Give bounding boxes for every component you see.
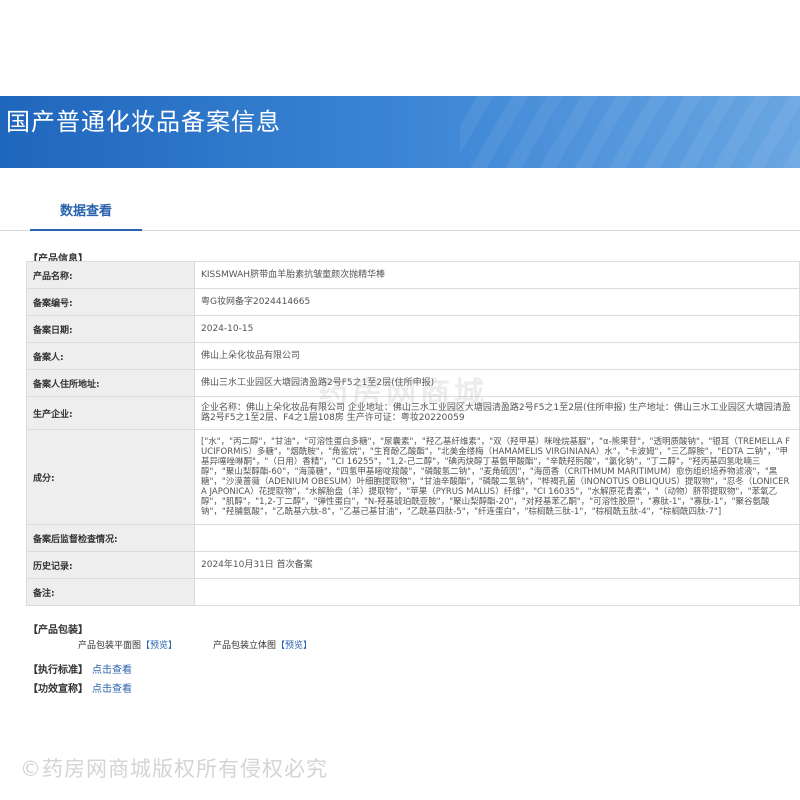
table-row: 生产企业: 企业名称：佛山上朵化妆品有限公司 企业地址：佛山三水工业园区大塘园清… — [26, 396, 800, 430]
inspection-value — [194, 524, 800, 552]
efficacy-view-link[interactable]: 点击查看 — [92, 684, 132, 695]
packaging-stereo-label: 产品包装立体图 — [213, 641, 277, 651]
ingredients-value: ["水"，"丙二醇"，"甘油"，"可溶性蛋白多糖"，"尿囊素"，"羟乙基纤维素"… — [194, 429, 800, 525]
row-label: 备案人住所地址: — [26, 369, 195, 397]
filer-value: 佛山上朵化妆品有限公司 — [194, 342, 800, 370]
record-number-value: 粤G妆网备字2024414665 — [194, 288, 800, 316]
standard-view-link[interactable]: 点击查看 — [92, 665, 132, 676]
row-label: 备案后监督检查情况: — [26, 524, 195, 552]
row-label: 备案编号: — [26, 288, 195, 316]
filer-address-value: 佛山三水工业园区大塘园清盈路2号F5之1至2层(住所申报) — [194, 369, 800, 397]
row-label: 生产企业: — [26, 396, 195, 430]
table-row: 历史记录: 2024年10月31日 首次备案 — [26, 551, 800, 579]
remarks-value — [194, 578, 800, 606]
watermark-copyright: ©药房网商城版权所有侵权必究 — [20, 757, 328, 781]
tab-data-view[interactable]: 数据查看 — [30, 183, 142, 231]
row-label: 历史记录: — [26, 551, 195, 579]
packaging-flat: 产品包装平面图【预览】 — [78, 638, 177, 651]
table-row: 成分: ["水"，"丙二醇"，"甘油"，"可溶性蛋白多糖"，"尿囊素"，"羟乙基… — [26, 429, 800, 525]
packaging-stereo: 产品包装立体图【预览】 — [213, 638, 312, 651]
standard-label: 【执行标准】 — [28, 665, 88, 676]
packaging-flat-preview-link[interactable]: 【预览】 — [141, 641, 177, 651]
row-label: 成分: — [26, 429, 195, 525]
manufacturer-value: 企业名称：佛山上朵化妆品有限公司 企业地址：佛山三水工业园区大塘园清盈路2号F5… — [194, 396, 800, 430]
standard-line: 【执行标准】 点击查看 — [28, 661, 132, 676]
packaging-flat-label: 产品包装平面图 — [78, 641, 142, 651]
efficacy-label: 【功效宣称】 — [28, 684, 88, 695]
row-label: 产品名称: — [26, 261, 195, 289]
efficacy-line: 【功效宣称】 点击查看 — [28, 680, 132, 695]
table-row: 备案日期: 2024-10-15 — [26, 315, 800, 343]
row-label: 备案日期: — [26, 315, 195, 343]
packaging-stereo-preview-link[interactable]: 【预览】 — [276, 641, 312, 651]
record-date-value: 2024-10-15 — [194, 315, 800, 343]
packaging-section-title: 【产品包装】 — [28, 625, 88, 636]
table-row: 备案编号: 粤G妆网备字2024414665 — [26, 288, 800, 316]
table-row: 产品名称: KISSMWAH脐带血羊胎素抗皱童颜次抛精华棒 — [26, 261, 800, 289]
table-row: 备注: — [26, 578, 800, 606]
table-row: 备案后监督检查情况: — [26, 524, 800, 552]
tab-bar: 数据查看 — [0, 183, 800, 231]
table-row: 备案人住所地址: 佛山三水工业园区大塘园清盈路2号F5之1至2层(住所申报) — [26, 369, 800, 397]
row-label: 备注: — [26, 578, 195, 606]
product-info-table: 产品名称: KISSMWAH脐带血羊胎素抗皱童颜次抛精华棒 备案编号: 粤G妆网… — [26, 261, 800, 606]
product-name-value: KISSMWAH脐带血羊胎素抗皱童颜次抛精华棒 — [194, 261, 800, 289]
row-label: 备案人: — [26, 342, 195, 370]
page-title: 国产普通化妆品备案信息 — [6, 108, 281, 136]
table-row: 备案人: 佛山上朵化妆品有限公司 — [26, 342, 800, 370]
history-value: 2024年10月31日 首次备案 — [194, 551, 800, 579]
